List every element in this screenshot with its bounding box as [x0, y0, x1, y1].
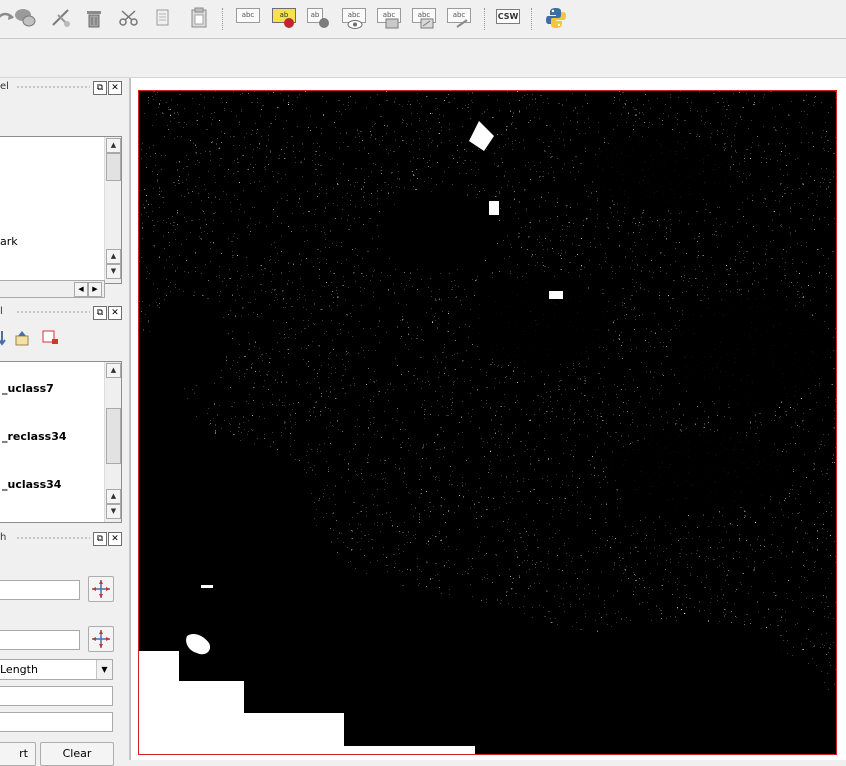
- scroll-up-icon[interactable]: ▲: [106, 138, 121, 153]
- scroll-up-icon[interactable]: ▲: [106, 489, 121, 504]
- browser-panel-title: el ⧉ ✕: [0, 79, 126, 97]
- scroll-up-icon[interactable]: ▲: [106, 249, 121, 264]
- metasearch-icon[interactable]: CSW: [495, 8, 520, 30]
- browser-tree[interactable]: ark ▲ ▲ ▼: [0, 136, 122, 284]
- list-item[interactable]: ark: [0, 235, 18, 248]
- panel-title-text: l: [0, 306, 3, 317]
- raster-layer: [139, 91, 836, 754]
- label-highlight-icon[interactable]: ab: [271, 7, 296, 29]
- vertical-scrollbar[interactable]: ▲ ▲ ▼: [104, 362, 121, 522]
- float-panel-icon[interactable]: ⧉: [93, 81, 107, 95]
- dropdown-value: Length: [0, 663, 38, 676]
- length-field[interactable]: [0, 686, 113, 706]
- paste-icon[interactable]: [186, 5, 212, 31]
- rotate-label-icon[interactable]: abc: [411, 7, 436, 29]
- scroll-down-icon[interactable]: ▼: [106, 264, 121, 279]
- end-point-field[interactable]: [0, 630, 80, 650]
- layer-item[interactable]: _uclass7: [2, 382, 54, 395]
- chevron-down-icon: ▼: [96, 660, 112, 679]
- start-point-field[interactable]: [0, 580, 80, 600]
- toolbar-separator: [531, 8, 532, 30]
- scroll-thumb[interactable]: [106, 153, 121, 181]
- python-icon[interactable]: [543, 5, 569, 31]
- panel-grip[interactable]: [16, 85, 90, 90]
- clear-button-label: Clear: [62, 747, 92, 760]
- layer-item[interactable]: _uclass34: [2, 478, 61, 491]
- move-label-icon[interactable]: abc: [376, 7, 401, 29]
- layer-item[interactable]: _reclass34: [2, 430, 67, 443]
- scroll-thumb[interactable]: [106, 408, 121, 464]
- scroll-down-icon[interactable]: ▼: [106, 504, 121, 519]
- close-panel-icon[interactable]: ✕: [108, 81, 122, 95]
- pick-start-point-button[interactable]: [88, 576, 114, 602]
- layers-list[interactable]: _uclass7 _reclass34 _uclass34 ▲ ▲ ▼: [0, 361, 122, 523]
- pick-end-point-button[interactable]: [88, 626, 114, 652]
- criterion-dropdown[interactable]: Length ▼: [0, 659, 113, 680]
- main-toolbar: abc ab ab abc abc abc abc CSW: [0, 0, 846, 39]
- layers-panel-title: l ⧉ ✕: [0, 304, 126, 322]
- float-panel-icon[interactable]: ⧉: [93, 532, 107, 546]
- show-hide-label-icon[interactable]: abc: [341, 7, 366, 29]
- clear-button[interactable]: Clear: [40, 742, 114, 766]
- remove-layer-icon[interactable]: [42, 330, 60, 349]
- scroll-left-icon[interactable]: ◀: [74, 282, 88, 297]
- node-tool-icon[interactable]: [48, 5, 74, 31]
- horizontal-scrollbar[interactable]: ◀ ▶: [0, 280, 105, 298]
- label-icon[interactable]: abc: [235, 7, 260, 29]
- panel-grip[interactable]: [16, 536, 90, 541]
- vertical-scrollbar[interactable]: ▲ ▲ ▼: [104, 137, 121, 283]
- calculate-button-label: rt: [19, 747, 28, 760]
- csw-label: CSW: [496, 9, 520, 24]
- scroll-up-icon[interactable]: ▲: [106, 363, 121, 378]
- measure-panel-title: h ⧉ ✕: [0, 530, 126, 548]
- secondary-toolbar: [0, 39, 846, 78]
- toolbar-separator: [484, 8, 485, 30]
- change-label-icon[interactable]: abc: [446, 7, 471, 29]
- float-panel-icon[interactable]: ⧉: [93, 306, 107, 320]
- time-field[interactable]: [0, 712, 113, 732]
- rotate-feature-icon[interactable]: [12, 5, 38, 31]
- pin-label-icon[interactable]: ab: [306, 7, 330, 29]
- left-dock: el ⧉ ✕ ark ▲ ▲ ▼ ◀ ▶ l ⧉ ✕ _uclass7 _rec…: [0, 78, 130, 766]
- abc-text: abc: [236, 8, 260, 23]
- panel-title-text: h: [0, 532, 7, 543]
- cut-icon[interactable]: [116, 5, 142, 31]
- expand-all-icon[interactable]: [14, 330, 32, 349]
- scroll-right-icon[interactable]: ▶: [88, 282, 102, 297]
- close-panel-icon[interactable]: ✕: [108, 306, 122, 320]
- calculate-button[interactable]: rt: [0, 742, 36, 766]
- copy-icon[interactable]: [150, 5, 176, 31]
- delete-icon[interactable]: [81, 5, 107, 31]
- move-down-icon[interactable]: [0, 329, 6, 350]
- panel-grip[interactable]: [16, 310, 90, 315]
- panel-title-text: el: [0, 81, 9, 92]
- toolbar-separator: [222, 8, 223, 30]
- close-panel-icon[interactable]: ✕: [108, 532, 122, 546]
- map-canvas[interactable]: [138, 90, 837, 755]
